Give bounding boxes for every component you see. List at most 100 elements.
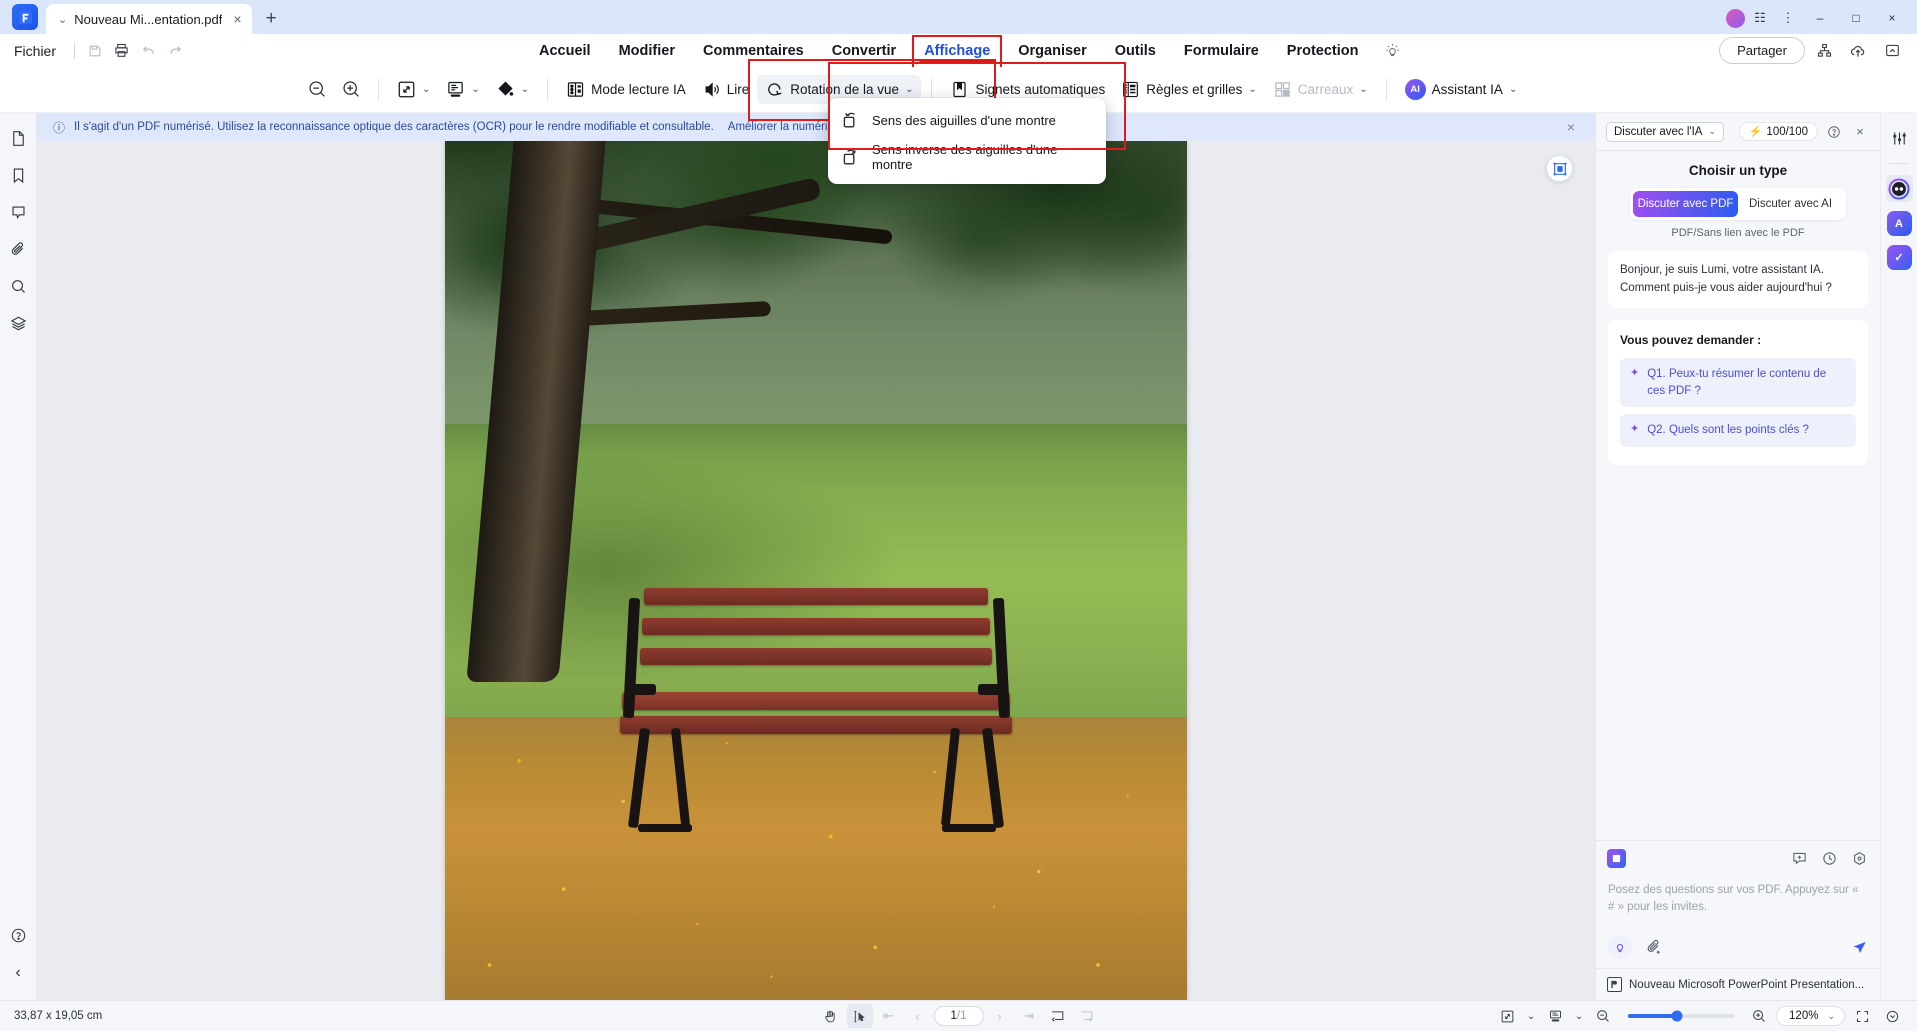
read-aloud-button[interactable]: Lire	[694, 75, 758, 104]
ai-check-icon[interactable]: ✓	[1886, 245, 1912, 270]
hand-tool-icon[interactable]	[818, 1004, 844, 1028]
ai-mode-select[interactable]: Discuter avec l'IA ⌄	[1606, 121, 1725, 142]
chevron-down-icon[interactable]: ⌄	[1359, 84, 1367, 95]
last-page-icon[interactable]: ⇥	[1016, 1004, 1042, 1028]
chat-with-pdf-option[interactable]: Discuter avec PDF	[1633, 191, 1738, 218]
comments-panel-icon[interactable]	[5, 199, 32, 226]
tab-outils[interactable]: Outils	[1101, 38, 1170, 64]
more-view-options-icon[interactable]	[1879, 1004, 1905, 1028]
zoom-in-status-icon[interactable]	[1746, 1004, 1772, 1028]
tips-bulb-icon[interactable]	[1373, 40, 1412, 61]
zoom-slider-handle[interactable]	[1671, 1010, 1683, 1022]
ai-chat-input[interactable]: Posez des questions sur vos PDF. Appuyez…	[1596, 875, 1880, 927]
previous-page-icon[interactable]: ‹	[905, 1004, 931, 1028]
zoom-in-icon[interactable]	[334, 73, 368, 107]
attached-file-row[interactable]: Nouveau Microsoft PowerPoint Presentatio…	[1596, 968, 1880, 1000]
page-scroll-area[interactable]	[37, 141, 1595, 1000]
history-icon[interactable]	[1819, 848, 1839, 868]
bookmark-panel-icon[interactable]	[5, 162, 32, 189]
chevron-down-icon[interactable]: ⌄	[905, 84, 913, 95]
suggestion-q1[interactable]: ✦ Q1. Peux-tu résumer le contenu de ces …	[1620, 357, 1856, 408]
tab-modifier[interactable]: Modifier	[605, 38, 689, 64]
select-tool-icon[interactable]	[846, 1004, 873, 1028]
attach-file-icon[interactable]	[1644, 937, 1664, 957]
snapshot-tool-button[interactable]	[1546, 155, 1573, 182]
ai-translate-icon[interactable]: A	[1886, 211, 1912, 236]
prompt-bulb-icon[interactable]	[1608, 935, 1632, 959]
share-button[interactable]: Partager	[1719, 37, 1805, 64]
settings-icon[interactable]	[1849, 848, 1869, 868]
tiles-button[interactable]: Carreaux ⌄	[1265, 75, 1376, 104]
menu-item-rotate-clockwise[interactable]: Sens des aiguilles d'une montre	[828, 104, 1106, 136]
tab-accueil[interactable]: Accueil	[525, 38, 605, 64]
ai-assistant-button[interactable]: AI Assistant IA ⌄	[1397, 74, 1526, 105]
first-page-icon[interactable]: ⇤	[876, 1004, 902, 1028]
collapse-ribbon-icon[interactable]	[1877, 38, 1907, 64]
ai-help-icon[interactable]	[1824, 122, 1844, 142]
user-avatar[interactable]	[1726, 8, 1745, 28]
background-button[interactable]: ⌄	[488, 75, 537, 104]
search-panel-icon[interactable]	[5, 273, 32, 300]
help-icon[interactable]	[5, 922, 32, 949]
minimize-button[interactable]: –	[1803, 7, 1837, 29]
fit-width-icon[interactable]	[1045, 1004, 1071, 1028]
zoom-out-status-icon[interactable]	[1590, 1004, 1616, 1028]
chevron-down-icon[interactable]: ⌄	[1524, 1004, 1538, 1028]
tab-formulaire[interactable]: Formulaire	[1170, 38, 1273, 64]
close-ai-panel-icon[interactable]: ×	[1850, 122, 1870, 142]
tab-convertir[interactable]: Convertir	[818, 38, 910, 64]
lumi-bot-icon[interactable]	[1885, 175, 1913, 202]
chevron-down-icon[interactable]: ⌄	[1708, 126, 1716, 137]
settings-sliders-icon[interactable]	[1886, 125, 1913, 152]
pdf-page[interactable]	[445, 141, 1187, 1000]
collapse-sidebar-icon[interactable]: ‹	[5, 959, 32, 986]
scroll-mode-icon[interactable]	[1542, 1004, 1568, 1028]
more-options-icon[interactable]: ⋮	[1775, 7, 1801, 29]
file-menu-button[interactable]: Fichier	[0, 43, 68, 59]
zoom-level-select[interactable]: 120% ⌄	[1776, 1006, 1845, 1026]
chevron-down-icon[interactable]: ⌄	[58, 13, 67, 26]
ai-read-mode-button[interactable]: Mode lecture IA	[558, 75, 694, 104]
undo-icon[interactable]	[135, 39, 162, 63]
menu-item-rotate-counterclockwise[interactable]: Sens inverse des aiguilles d'une montre	[828, 136, 1106, 178]
rules-grids-button[interactable]: Règles et grilles ⌄	[1113, 75, 1264, 104]
tab-protection[interactable]: Protection	[1273, 38, 1373, 64]
close-tab-icon[interactable]: ×	[233, 11, 241, 27]
close-window-button[interactable]: ×	[1875, 7, 1909, 29]
cloud-upload-icon[interactable]	[1843, 38, 1873, 64]
fullscreen-icon[interactable]	[1849, 1004, 1875, 1028]
new-chat-icon[interactable]	[1789, 848, 1809, 868]
chevron-down-icon[interactable]: ⌄	[521, 84, 529, 95]
fit-page-button[interactable]: ⌄	[389, 75, 438, 104]
zoom-out-icon[interactable]	[300, 73, 334, 107]
suggestion-q2[interactable]: ✦ Q2. Quels sont les points clés ?	[1620, 414, 1856, 447]
zoom-slider[interactable]	[1628, 1010, 1735, 1022]
redo-icon[interactable]	[162, 39, 189, 63]
new-tab-button[interactable]: +	[252, 8, 289, 34]
chevron-down-icon[interactable]: ⌄	[1248, 84, 1256, 95]
chevron-down-icon[interactable]: ⌄	[422, 84, 430, 95]
print-icon[interactable]	[108, 39, 135, 63]
send-message-icon[interactable]	[1851, 939, 1868, 956]
grid-apps-icon[interactable]: ☷	[1747, 7, 1773, 29]
share-network-icon[interactable]	[1809, 38, 1839, 64]
layers-panel-icon[interactable]	[5, 310, 32, 337]
chat-with-ai-option[interactable]: Discuter avec AI	[1738, 191, 1843, 217]
close-banner-icon[interactable]: ×	[1567, 119, 1579, 135]
attachments-panel-icon[interactable]	[5, 236, 32, 263]
view-mode-icon[interactable]	[1494, 1004, 1520, 1028]
document-context-icon[interactable]	[1607, 848, 1626, 868]
chevron-down-icon[interactable]: ⌄	[471, 84, 479, 95]
save-icon[interactable]	[81, 39, 108, 63]
pages-panel-icon[interactable]	[5, 125, 32, 152]
tab-commentaires[interactable]: Commentaires	[689, 38, 818, 64]
tab-affichage[interactable]: Affichage	[910, 34, 1004, 70]
maximize-button[interactable]: □	[1839, 7, 1873, 29]
chevron-down-icon[interactable]: ⌄	[1827, 1011, 1835, 1022]
tab-organiser[interactable]: Organiser	[1004, 38, 1101, 64]
ai-credits-badge[interactable]: ⚡ 100/100	[1738, 122, 1818, 141]
next-page-icon[interactable]: ›	[987, 1004, 1013, 1028]
fit-page-status-icon[interactable]	[1074, 1004, 1100, 1028]
chevron-down-icon[interactable]: ⌄	[1509, 84, 1517, 95]
page-number-input[interactable]: 1/1	[933, 1006, 984, 1026]
